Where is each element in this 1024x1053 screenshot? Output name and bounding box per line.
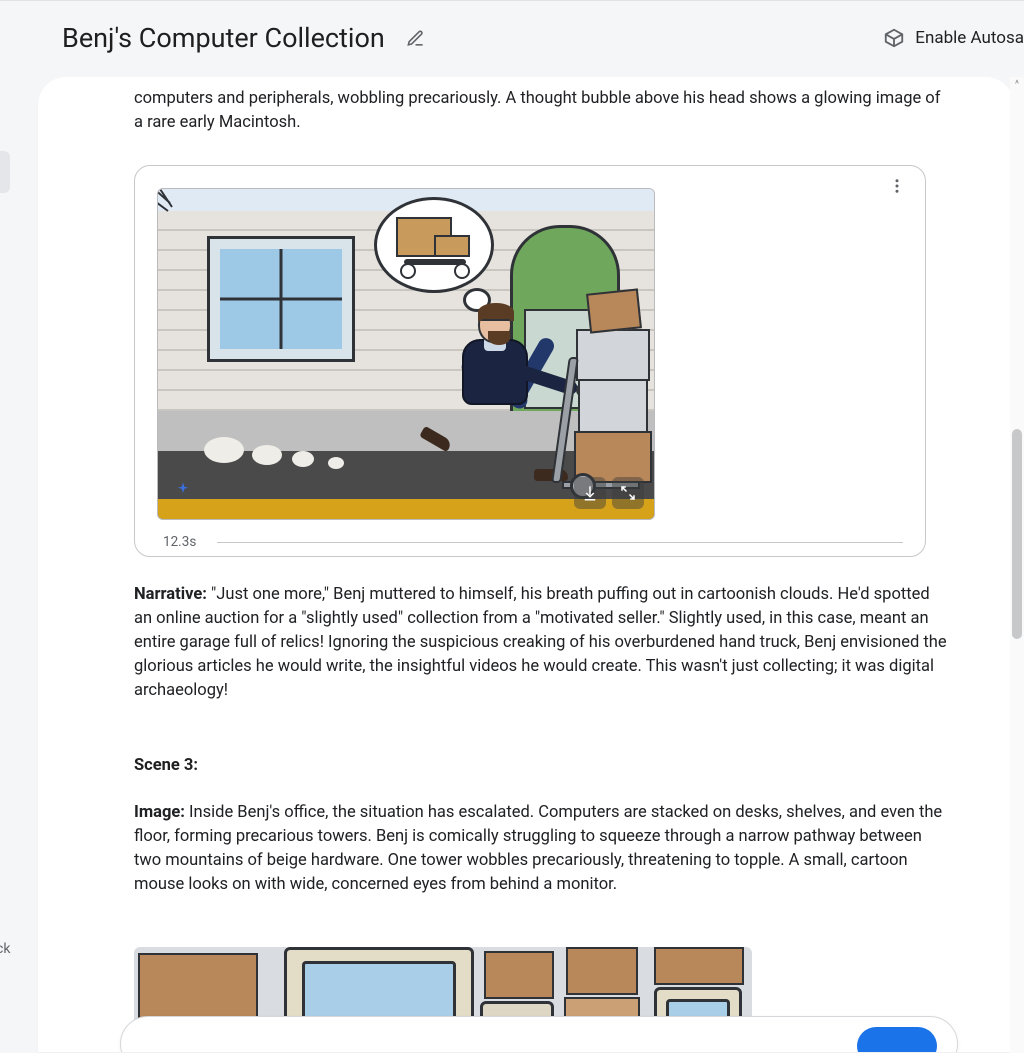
expand-icon — [619, 484, 637, 502]
generated-image-card: 12.3s — [134, 165, 926, 557]
image-label: Image: — [134, 803, 185, 822]
download-image-button[interactable] — [574, 477, 606, 509]
autosave-label: Enable Autosa — [915, 28, 1024, 48]
scene3-heading: Scene 3: — [134, 756, 950, 775]
document-card: computers and peripherals, wobbling prec… — [38, 77, 1014, 1052]
left-rail-fragment: ck — [0, 941, 10, 957]
scroll-up-button[interactable]: ^ — [1010, 77, 1024, 91]
image-card-menu-button[interactable] — [883, 172, 911, 200]
download-icon — [581, 484, 599, 502]
send-button[interactable] — [857, 1027, 937, 1052]
expand-image-button[interactable] — [612, 477, 644, 509]
kebab-menu-icon — [888, 177, 906, 195]
narrative-text: "Just one more," Benj muttered to himsel… — [134, 585, 947, 700]
sparkle-icon — [174, 481, 192, 503]
edit-title-button[interactable] — [399, 21, 433, 55]
autosave-icon — [883, 27, 905, 49]
intro-fragment: computers and peripherals, wobbling prec… — [134, 87, 950, 135]
title-bar: Benj's Computer Collection Enable Autosa — [0, 1, 1024, 73]
left-rail-collapsed[interactable] — [0, 151, 10, 193]
prompt-input-bar[interactable] — [120, 1016, 958, 1052]
timing-divider — [217, 542, 903, 543]
pencil-icon — [406, 29, 425, 48]
enable-autosave-button[interactable]: Enable Autosa — [883, 27, 1024, 49]
generation-timing: 12.3s — [157, 534, 204, 550]
vertical-scrollbar[interactable]: ^ — [1010, 77, 1024, 1053]
narrative-label: Narrative: — [134, 585, 207, 604]
scene2-illustration — [157, 188, 655, 520]
scrollbar-thumb[interactable] — [1012, 429, 1022, 639]
page-title: Benj's Computer Collection — [62, 22, 385, 54]
image-description-text: Inside Benj's office, the situation has … — [134, 803, 942, 894]
image-description-paragraph: Image: Inside Benj's office, the situati… — [134, 801, 950, 897]
narrative-paragraph: Narrative: "Just one more," Benj muttere… — [134, 583, 950, 703]
